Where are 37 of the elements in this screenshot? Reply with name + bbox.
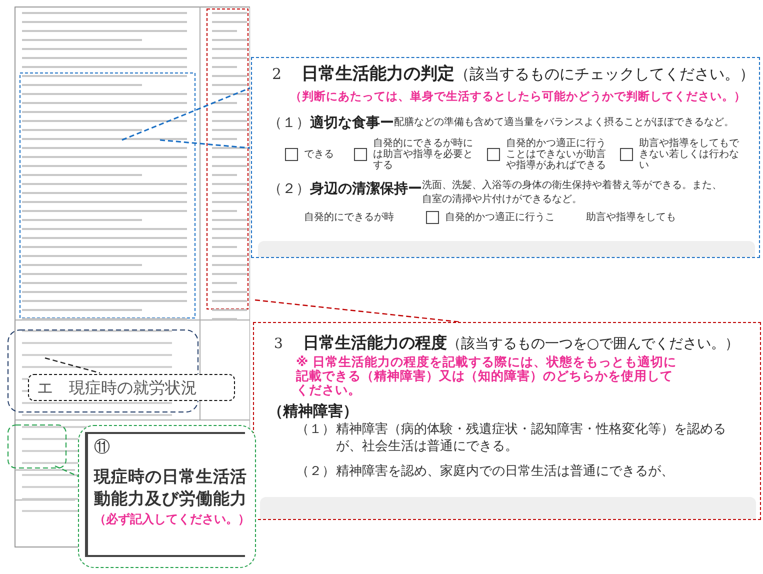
category-heading: （精神障害）	[267, 401, 359, 421]
option-label: 助言や指導をしても	[586, 212, 677, 223]
level-description: 精神障害を認め、家庭内での日常生活は普通にできるが、	[336, 463, 675, 480]
item-name: 適切な食事ー	[310, 114, 394, 133]
callout-title: エ 現症時の就労状況	[37, 376, 197, 398]
item-description: 配膳などの準備も含めて適当量をバランスよく摂ることがほぼできるなど。	[394, 116, 734, 130]
section-note: （該当するもの一つを○で囲んでください。）	[446, 335, 740, 354]
option-label: 助言や指導をしてもできない若しくは行わない	[639, 138, 740, 171]
checkbox[interactable]	[426, 210, 439, 224]
level-description: 精神障害（病的体験・残遺症状・認知障害・性格変化等）を認めるが、社会生活は普通にできる。	[336, 421, 727, 455]
instruction-text: （判断にあたっては、単身で生活するとしたら可能かどうかで判断してください。）	[289, 88, 747, 104]
leader-line	[44, 357, 100, 374]
item-name: 身辺の清潔保持ー	[310, 180, 422, 199]
checkbox[interactable]	[487, 148, 500, 161]
item-number: （１）	[268, 114, 310, 133]
checkbox[interactable]	[620, 148, 633, 161]
required-note: （必ず記入してください。）	[94, 511, 245, 528]
section-number: 2	[272, 64, 282, 85]
option-label: 自発的かつ適正に行うことはできないが助言や指導があればできる	[506, 138, 607, 171]
option-label: 自発的にできるが時	[304, 212, 395, 223]
level-number: （２）	[296, 463, 336, 480]
section-note: （該当するものにチェックしてください。）	[454, 64, 755, 85]
option-label: できる	[304, 148, 335, 160]
level-number: （１）	[296, 421, 336, 438]
callout-frame	[8, 424, 66, 468]
item-number: ⑪	[94, 436, 111, 458]
section-title: 日常生活能力の判定	[302, 63, 455, 86]
item-title: 現症時の日常生活活動能力及び労働能力	[94, 466, 248, 510]
checkbox[interactable]	[354, 148, 367, 161]
checkbox[interactable]	[285, 148, 298, 161]
option-label: 自発的かつ適正に行うこ	[445, 212, 556, 223]
section-title: 日常生活能力の程度	[302, 332, 447, 354]
item-number: （２）	[268, 180, 310, 199]
item-description: 洗面、洗髪、入浴等の身体の衛生保持や着替え等ができる。また、自室の清掃や片付けができるなど。	[422, 178, 722, 207]
warning-text: ※ 日常生活能力の程度を記載する際には、状態をもっとも適切に記載できる（精神障害）又は（知的障害）のどちらかを使用してください。	[296, 355, 678, 397]
section-number: 3	[274, 335, 283, 354]
option-label: 自発的にできるが時には助言や指導を必要とする	[373, 138, 474, 171]
